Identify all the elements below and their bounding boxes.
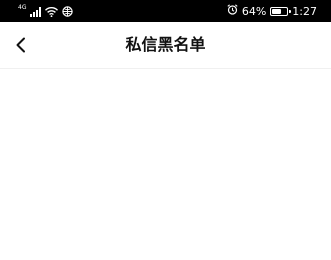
screen: 4G 64% 1:27 私信黑名单 <box>0 0 331 260</box>
alarm-icon <box>227 4 238 18</box>
blacklist-content-area <box>0 69 331 260</box>
battery-level-fill <box>272 8 281 14</box>
network-type-label: 4G <box>18 4 27 11</box>
messaging-icon <box>62 2 74 21</box>
status-right: 64% 1:27 <box>227 3 317 19</box>
page-title: 私信黑名单 <box>125 35 206 54</box>
battery-percent: 64% <box>241 4 267 18</box>
navigation-bar: 私信黑名单 <box>0 22 331 69</box>
status-left: 4G <box>18 2 74 21</box>
clock-time: 1:27 <box>292 4 317 18</box>
wifi-icon <box>45 2 59 21</box>
battery-icon <box>270 6 291 16</box>
signal-icon <box>30 2 42 21</box>
status-bar: 4G 64% 1:27 <box>0 0 331 22</box>
